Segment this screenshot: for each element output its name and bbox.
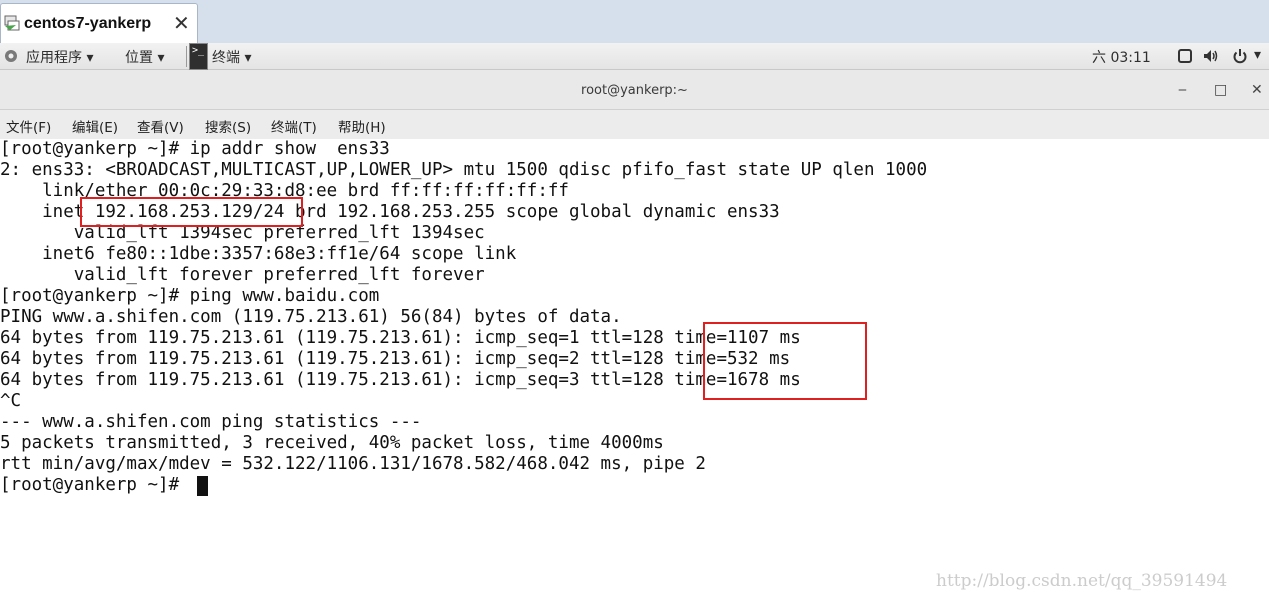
volume-icon[interactable] xyxy=(1203,48,1219,64)
terminal-line: valid_lft forever preferred_lft forever xyxy=(0,265,485,285)
terminal-line: link/ether 00:0c:29:33:d8:ee brd ff:ff:f… xyxy=(0,181,569,201)
terminal-line: PING www.a.shifen.com (119.75.213.61) 56… xyxy=(0,307,622,327)
menu-search[interactable]: 搜索(S) xyxy=(205,116,251,136)
terminal-line: 64 bytes from 119.75.213.61 (119.75.213.… xyxy=(0,370,801,390)
terminal-line: ^C xyxy=(0,391,22,411)
terminal-app-icon[interactable]: >_ xyxy=(189,43,208,70)
window-title-bar: root@yankerp:~ ‒ □ ✕ xyxy=(0,70,1269,110)
menu-edit[interactable]: 编辑(E) xyxy=(72,116,118,136)
display-icon[interactable] xyxy=(1177,48,1193,64)
terminal-line: [root@yankerp ~]# ping www.baidu.com xyxy=(0,286,380,306)
terminal-line: inet6 fe80::1dbe:3357:68e3:ff1e/64 scope… xyxy=(0,244,517,264)
terminal-prompt: [root@yankerp ~]# xyxy=(0,475,190,495)
vm-tab-title: centos7-yankerp xyxy=(24,15,152,32)
terminal-output[interactable]: [root@yankerp ~]# ip addr show ens33 2: … xyxy=(0,139,1269,602)
terminal-app-menu[interactable]: 终端 ▾ xyxy=(212,47,251,67)
terminal-line: --- www.a.shifen.com ping statistics --- xyxy=(0,412,422,432)
power-icon[interactable] xyxy=(1232,48,1248,64)
close-window-button[interactable]: ✕ xyxy=(1251,82,1263,98)
terminal-line: inet 192.168.253.129/24 brd 192.168.253.… xyxy=(0,202,780,222)
terminal-line: 2: ens33: <BROADCAST,MULTICAST,UP,LOWER_… xyxy=(0,160,928,180)
terminal-line: 5 packets transmitted, 3 received, 40% p… xyxy=(0,433,664,453)
power-menu-arrow[interactable]: ▾ xyxy=(1254,47,1261,63)
terminal-line: 64 bytes from 119.75.213.61 (119.75.213.… xyxy=(0,349,791,369)
vm-icon xyxy=(4,15,20,31)
places-menu[interactable]: 位置 ▾ xyxy=(125,47,164,67)
terminal-line: rtt min/avg/max/mdev = 532.122/1106.131/… xyxy=(0,454,706,474)
terminal-line: valid_lft 1394sec preferred_lft 1394sec xyxy=(0,223,485,243)
window-title: root@yankerp:~ xyxy=(581,83,688,98)
applications-icon xyxy=(5,50,17,62)
terminal-glyph: >_ xyxy=(192,45,205,56)
close-icon[interactable]: ✕ xyxy=(173,11,190,35)
applications-menu[interactable]: 应用程序 ▾ xyxy=(26,47,93,67)
maximize-button[interactable]: □ xyxy=(1214,82,1227,98)
menu-help[interactable]: 帮助(H) xyxy=(338,116,386,136)
minimize-button[interactable]: ‒ xyxy=(1178,82,1187,98)
terminal-line: [root@yankerp ~]# ip addr show ens33 xyxy=(0,139,390,159)
terminal-cursor xyxy=(197,476,208,496)
vm-tab[interactable]: centos7-yankerp ✕ xyxy=(0,3,198,43)
topbar-separator xyxy=(186,46,187,67)
menu-terminal[interactable]: 终端(T) xyxy=(271,116,317,136)
vm-tab-strip: centos7-yankerp ✕ xyxy=(0,0,1269,43)
menu-view[interactable]: 查看(V) xyxy=(137,116,184,136)
terminal-line: 64 bytes from 119.75.213.61 (119.75.213.… xyxy=(0,328,801,348)
menu-bar: 文件(F) 编辑(E) 查看(V) 搜索(S) 终端(T) 帮助(H) xyxy=(0,110,1269,139)
watermark: http://blog.csdn.net/qq_39591494 xyxy=(936,571,1228,591)
menu-file[interactable]: 文件(F) xyxy=(6,116,51,136)
clock[interactable]: 六 03:11 xyxy=(1092,47,1151,67)
